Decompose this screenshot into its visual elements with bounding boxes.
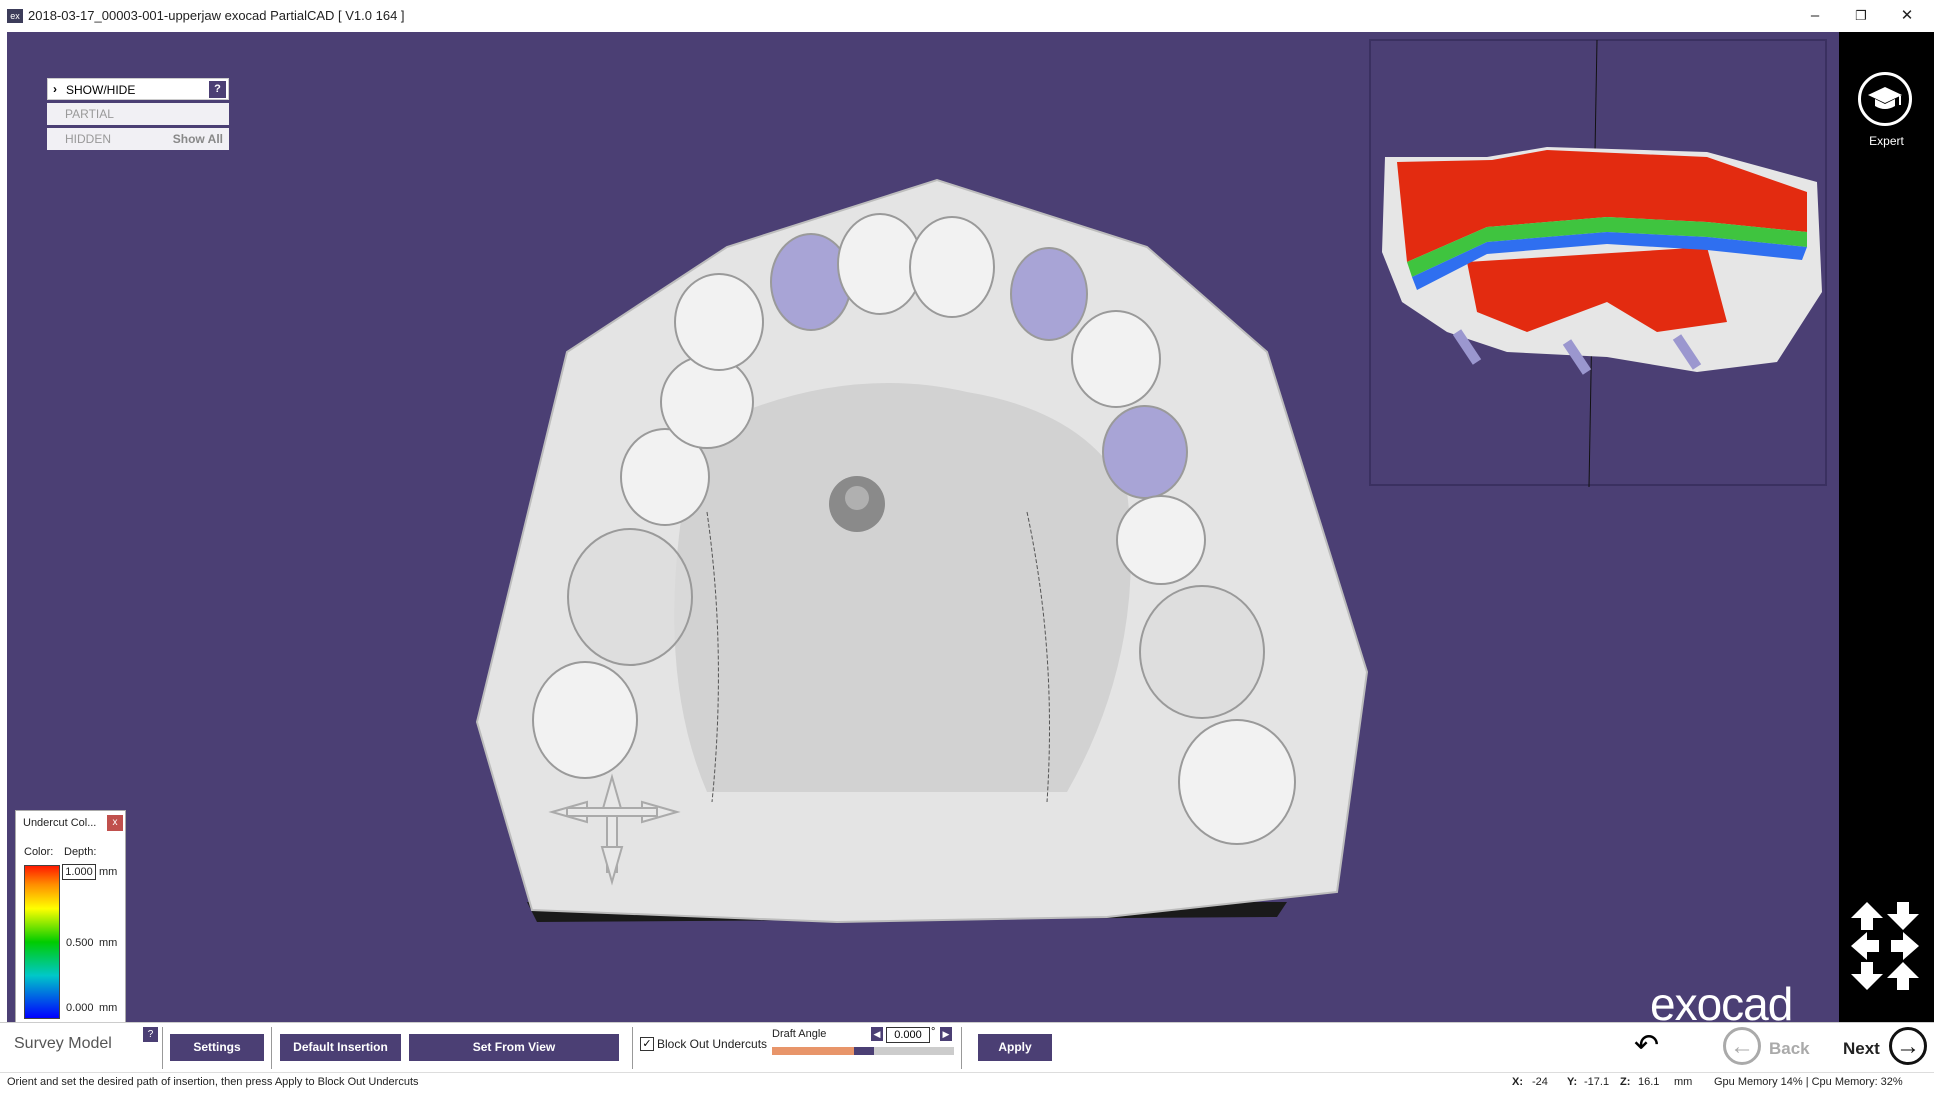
title-bar: ex 2018-03-17_00003-001-upperjaw exocad … bbox=[0, 0, 1934, 32]
legend-mid-depth: 0.500 bbox=[66, 937, 94, 949]
minimize-button[interactable]: – bbox=[1792, 0, 1838, 32]
y-coord-value: -17.1 bbox=[1584, 1076, 1610, 1088]
undercut-gradient-bar bbox=[24, 865, 60, 1019]
tooth-premolar-right-2 bbox=[1116, 495, 1206, 585]
block-out-undercuts-label: Block Out Undercuts bbox=[657, 1037, 768, 1051]
legend-unit: mm bbox=[99, 1002, 118, 1014]
z-coord-value: 16.1 bbox=[1638, 1076, 1660, 1088]
memory-usage: Gpu Memory 14% | Cpu Memory: 32% bbox=[1714, 1076, 1903, 1088]
legend-title: Undercut Col... bbox=[23, 817, 97, 829]
tooth-molar-right-ghost bbox=[1139, 585, 1265, 719]
legend-unit: mm bbox=[99, 866, 118, 878]
tooth-premolar-right-1 bbox=[1102, 405, 1188, 499]
survey-model-title: Survey Model bbox=[14, 1035, 112, 1052]
tooth-molar-left-back bbox=[532, 661, 638, 779]
app-icon: ex bbox=[7, 9, 23, 23]
status-message: Orient and set the desired path of inser… bbox=[7, 1076, 419, 1088]
legend-unit: mm bbox=[99, 937, 118, 949]
tooth-canine-left bbox=[674, 273, 764, 371]
draft-angle-input[interactable]: 0.000 bbox=[886, 1027, 930, 1043]
back-button[interactable]: Back bbox=[1769, 1039, 1810, 1059]
block-out-undercuts-checkbox[interactable]: ✓ bbox=[640, 1037, 654, 1051]
graduation-cap-icon bbox=[1868, 87, 1902, 109]
divider bbox=[271, 1027, 272, 1069]
expert-label: Expert bbox=[1869, 134, 1904, 148]
slider-fill bbox=[772, 1047, 854, 1055]
z-coord-label: Z: bbox=[1620, 1076, 1631, 1088]
settings-button[interactable]: Settings bbox=[170, 1034, 264, 1061]
show-hide-panel: › SHOW/HIDE ? PARTIAL HIDDEN Show All bbox=[47, 78, 229, 153]
tooth-canine-right bbox=[1071, 310, 1161, 408]
show-hide-header[interactable]: › SHOW/HIDE ? bbox=[47, 78, 229, 100]
tooth-molar-right-back bbox=[1178, 719, 1296, 845]
tooth-central-right bbox=[909, 216, 995, 318]
help-icon[interactable]: ? bbox=[209, 81, 226, 98]
exocad-logo: exocad bbox=[1650, 978, 1793, 1022]
next-arrow-icon[interactable]: → bbox=[1889, 1027, 1927, 1065]
maximize-button[interactable]: ❐ bbox=[1838, 0, 1884, 32]
coord-unit: mm bbox=[1674, 1076, 1693, 1088]
3d-viewport[interactable]: › SHOW/HIDE ? PARTIAL HIDDEN Show All ex… bbox=[7, 32, 1839, 1022]
status-bar: Orient and set the desired path of inser… bbox=[0, 1072, 1934, 1093]
legend-color-label: Color: bbox=[24, 846, 54, 858]
hidden-label: HIDDEN bbox=[65, 132, 112, 146]
divider bbox=[162, 1027, 163, 1069]
rotation-center-inner bbox=[845, 486, 869, 510]
jaw-model-view[interactable] bbox=[7, 32, 1839, 1022]
back-arrow-icon[interactable]: ← bbox=[1723, 1027, 1761, 1065]
degree-symbol: ° bbox=[931, 1026, 936, 1038]
slider-handle[interactable] bbox=[853, 1047, 874, 1055]
show-all-button[interactable]: Show All bbox=[173, 132, 223, 146]
y-coord-label: Y: bbox=[1567, 1076, 1578, 1088]
chevron-right-icon: › bbox=[53, 82, 57, 96]
legend-depth-label: Depth: bbox=[64, 846, 97, 858]
undo-icon[interactable]: ↶ bbox=[1634, 1028, 1659, 1063]
divider bbox=[632, 1027, 633, 1069]
window-title: 2018-03-17_00003-001-upperjaw exocad Par… bbox=[28, 8, 405, 23]
undercut-color-legend: Undercut Col... x Color: Depth: 1.000 mm… bbox=[15, 810, 126, 1026]
default-insertion-button[interactable]: Default Insertion bbox=[280, 1034, 401, 1061]
divider bbox=[961, 1027, 962, 1069]
x-coord-label: X: bbox=[1512, 1076, 1523, 1088]
bottom-toolbar: Survey Model ? Settings Default Insertio… bbox=[0, 1022, 1934, 1073]
view-arrows-icon[interactable] bbox=[1849, 900, 1921, 992]
x-coord-value: -24 bbox=[1532, 1076, 1548, 1088]
help-icon[interactable]: ? bbox=[143, 1027, 158, 1042]
tooth-premolar-left-2 bbox=[660, 355, 754, 449]
right-tool-panel: Expert bbox=[1839, 32, 1934, 1022]
partial-label: PARTIAL bbox=[65, 107, 114, 121]
legend-min-depth: 0.000 bbox=[66, 1002, 94, 1014]
next-button[interactable]: Next bbox=[1843, 1039, 1880, 1059]
tooth-lateral-right bbox=[1010, 247, 1088, 341]
show-hide-partial[interactable]: PARTIAL bbox=[47, 103, 229, 125]
close-icon[interactable]: x bbox=[107, 815, 123, 831]
show-hide-label: SHOW/HIDE bbox=[66, 83, 136, 97]
draft-angle-label: Draft Angle bbox=[772, 1028, 827, 1040]
inset-side-view bbox=[1369, 39, 1827, 488]
legend-max-depth-input[interactable]: 1.000 bbox=[62, 864, 96, 880]
expert-button[interactable] bbox=[1858, 72, 1912, 126]
show-hide-hidden: HIDDEN Show All bbox=[47, 128, 229, 150]
tooth-molar-left-ghost bbox=[567, 528, 693, 666]
draft-angle-slider[interactable] bbox=[772, 1047, 954, 1055]
chevron-left-icon[interactable]: ◀ bbox=[871, 1027, 883, 1041]
apply-button[interactable]: Apply bbox=[978, 1034, 1052, 1061]
palate bbox=[674, 383, 1131, 792]
set-from-view-button[interactable]: Set From View bbox=[409, 1034, 619, 1061]
close-button[interactable]: ✕ bbox=[1884, 0, 1930, 32]
chevron-right-icon[interactable]: ▶ bbox=[940, 1027, 952, 1041]
